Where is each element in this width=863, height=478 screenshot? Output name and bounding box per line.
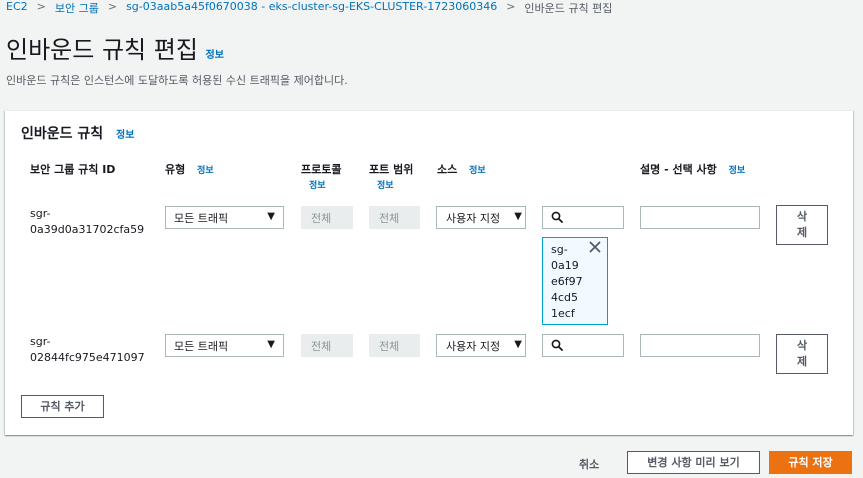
col-type-label: 유형 [165,163,186,176]
table-row-2-rule-id: sgr- 02844fc975e471097 [30,334,145,366]
row-1-source-select[interactable]: 사용자 지정 ▼ [436,206,526,229]
rule-id-line: 02844fc975e471097 [30,351,145,364]
token-text-line: e6f97 [551,275,583,288]
col-type-info-link[interactable]: 정보 [197,166,214,176]
row-2-port-range-field: 전체 [369,334,420,357]
row-1-type-value: 모든 트래픽 [174,212,229,225]
delete-label: 삭 [796,339,808,352]
caret-down-icon: ▼ [267,211,275,222]
chevron-right-icon: > [36,0,46,13]
row-1-source-value: 사용자 지정 [446,212,501,225]
inbound-rules-panel [5,110,853,435]
row-2-source-value: 사용자 지정 [446,340,501,353]
page-title-row: 인바운드 규칙 편집 정보 [6,30,224,65]
chevron-right-icon: > [107,0,118,13]
save-rules-button[interactable]: 규칙 저장 [769,451,852,474]
row-2-delete-button[interactable]: 삭 제 [776,334,828,374]
row-1-port-range-field: 전체 [369,206,420,229]
chevron-right-icon: > [506,0,516,13]
table-row-1-rule-id: sgr- 0a39d0a31702cfa59 [30,206,144,238]
panel-info-link[interactable]: 정보 [116,130,134,141]
delete-label: 삭 [796,210,808,223]
col-description-info-link[interactable]: 정보 [729,166,746,176]
breadcrumb-security-groups[interactable]: 보안 그룹 [55,0,99,16]
token-text-line: 0a19 [551,259,579,272]
search-icon [551,211,563,223]
row-1-description-input[interactable] [640,206,760,229]
col-source-info-link[interactable]: 정보 [469,166,486,176]
panel-header: 인바운드 규칙 정보 [21,123,134,143]
col-description: 설명 - 선택 사항 정보 [640,161,745,177]
row-1-source-search-input[interactable] [542,206,624,229]
breadcrumb-ec2[interactable]: EC2 [6,0,28,13]
col-source: 소스 정보 [437,161,486,177]
row-1-source-token: sg- 0a19 e6f97 4cd5 1ecf [542,237,608,325]
close-icon[interactable] [589,241,601,253]
col-type: 유형 정보 [165,161,214,177]
caret-down-icon: ▼ [514,211,522,222]
delete-label: 제 [796,355,808,368]
col-rule-id: 보안 그룹 규칙 ID [30,163,116,176]
page-info-link[interactable]: 정보 [206,50,224,61]
breadcrumb-security-group[interactable]: sg-03aab5a45f0670038 - eks-cluster-sg-EK… [126,0,497,13]
col-protocol-label: 프로토콜 [301,163,342,176]
cancel-button[interactable]: 취소 [579,456,599,472]
search-icon [551,339,563,351]
col-source-label: 소스 [437,163,458,176]
row-1-type-select[interactable]: 모든 트래픽 ▼ [165,206,284,229]
panel-title: 인바운드 규칙 [21,126,104,142]
row-2-source-select[interactable]: 사용자 지정 ▼ [436,334,526,357]
preview-changes-button[interactable]: 변경 사항 미리 보기 [627,451,760,474]
col-description-label: 설명 - 선택 사항 [640,163,717,176]
token-text-line: 4cd5 [551,291,579,304]
row-2-description-input[interactable] [640,334,760,357]
row-2-protocol-field: 전체 [301,334,353,357]
rule-id-line: 0a39d0a31702cfa59 [30,223,145,236]
caret-down-icon: ▼ [267,339,275,350]
rule-id-line: sgr- [30,335,51,348]
col-port-range-info-link[interactable]: 정보 [377,178,394,191]
delete-label: 제 [796,226,808,239]
add-rule-button[interactable]: 규칙 추가 [21,395,104,418]
row-2-type-value: 모든 트래픽 [174,340,229,353]
page-description: 인바운드 규칙은 인스턴스에 도달하도록 허용된 수신 트래픽을 제어합니다. [6,74,348,87]
row-2-source-search-input[interactable] [542,334,624,357]
col-protocol-info-link[interactable]: 정보 [309,178,326,191]
token-text-line: 1ecf [551,307,575,320]
breadcrumb: EC2 > 보안 그룹 > sg-03aab5a45f0670038 - eks-clu… [6,0,613,16]
rule-id-line: sgr- [30,207,51,220]
page-title: 인바운드 규칙 편집 [6,36,198,64]
breadcrumb-current: 인바운드 규칙 편집 [524,2,613,15]
col-port-range-label: 포트 범위 [369,163,414,176]
row-1-protocol-field: 전체 [301,206,353,229]
row-2-type-select[interactable]: 모든 트래픽 ▼ [165,334,284,357]
caret-down-icon: ▼ [514,339,522,350]
row-1-delete-button[interactable]: 삭 제 [776,205,828,245]
